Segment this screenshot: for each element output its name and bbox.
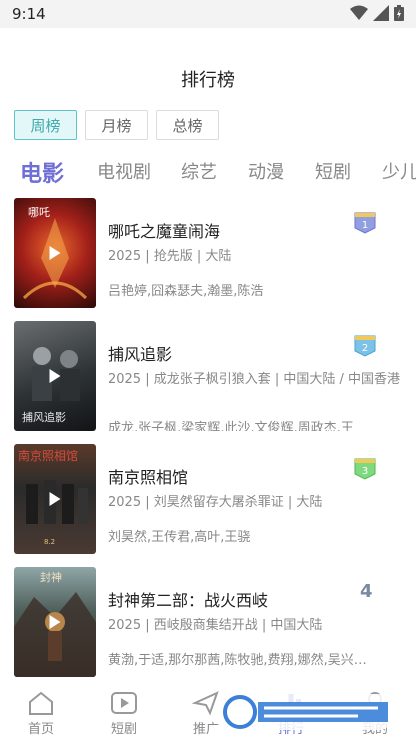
poster-image[interactable]: 南京照相馆 8.2 — [14, 444, 96, 554]
movie-title: 捕风追影 — [108, 345, 173, 364]
status-icons — [350, 5, 404, 21]
rank-badge-2-icon: 2 — [354, 335, 376, 357]
movie-title: 哪吒之魔童闹海 — [108, 222, 221, 241]
list-item[interactable]: 捕风追影 捕风追影 2 2025 | 成龙张子枫引狼入套 | 中国大陆 / 中国… — [0, 321, 416, 433]
status-bar: 9:14 — [0, 0, 416, 28]
tab-overall[interactable]: 总榜 — [156, 110, 219, 140]
play-square-icon — [111, 692, 137, 714]
movie-meta: 2025 | 西岐殷商集结开战 | 中国大陆 — [108, 618, 323, 633]
tab-tv-series[interactable]: 电视剧 — [97, 158, 151, 184]
movie-cast: 吕艳婷,囧森瑟夫,瀚墨,陈浩 — [108, 284, 264, 299]
play-icon — [49, 492, 61, 506]
nav-home[interactable]: 首页 — [11, 690, 71, 737]
tab-kids[interactable]: 少儿 — [382, 158, 416, 184]
nav-label: 短剧 — [110, 722, 137, 737]
list-item[interactable]: 南京照相馆 8.2 南京照相馆 3 2025 | 刘昊然留存大屠杀罪证 | 大陆… — [0, 444, 416, 556]
svg-text:2: 2 — [362, 343, 368, 354]
poster-image[interactable]: 哪吒 — [14, 198, 96, 308]
svg-text:3: 3 — [362, 466, 368, 477]
movie-meta: 2025 | 刘昊然留存大屠杀罪证 | 大陆 — [108, 495, 323, 510]
movie-cast: 成龙,张子枫,梁家辉,此沙,文俊辉,周政杰,王 — [108, 421, 354, 431]
rank-number: 4 — [360, 581, 373, 602]
play-icon — [49, 246, 61, 260]
svg-text:8.2: 8.2 — [44, 538, 55, 546]
status-time: 9:14 — [12, 5, 46, 23]
svg-text:哪吒: 哪吒 — [28, 206, 50, 219]
category-tabs: 电影 电视剧 综艺 动漫 短剧 少儿 — [20, 158, 416, 190]
site-watermark — [218, 694, 396, 730]
battery-icon — [394, 5, 404, 21]
list-item[interactable]: 封神 封神第二部：战火西岐 4 2025 | 西岐殷商集结开战 | 中国大陆 黄… — [0, 567, 416, 679]
tab-short-drama[interactable]: 短剧 — [315, 158, 351, 184]
wifi-icon — [350, 5, 368, 20]
nav-label: 首页 — [27, 722, 54, 737]
tab-movie[interactable]: 电影 — [20, 158, 64, 188]
rank-badge-3-icon: 3 — [354, 458, 376, 480]
tab-weekly[interactable]: 周榜 — [14, 110, 77, 140]
list-item[interactable]: 哪吒 哪吒之魔童闹海 1 2025 | 抢先版 | 大陆 吕艳婷,囧森瑟夫,瀚墨… — [0, 198, 416, 310]
page-title: 排行榜 — [181, 70, 235, 91]
home-icon — [29, 691, 53, 715]
svg-text:南京照相馆: 南京照相馆 — [18, 448, 78, 463]
period-tabs: 周榜 月榜 总榜 — [14, 110, 219, 140]
play-icon — [49, 615, 61, 629]
tab-monthly[interactable]: 月榜 — [85, 110, 148, 140]
svg-text:捕风追影: 捕风追影 — [22, 410, 66, 424]
movie-cast: 刘昊然,王传君,高叶,王骁 — [108, 530, 251, 545]
svg-text:1: 1 — [362, 220, 368, 231]
signal-icon — [373, 5, 389, 21]
nav-short-drama[interactable]: 短剧 — [94, 690, 154, 737]
movie-title: 封神第二部：战火西岐 — [108, 591, 269, 610]
movie-cast: 黄渤,于适,那尔那茜,陈牧驰,费翔,娜然,吴兴… — [108, 653, 367, 668]
poster-image[interactable]: 封神 — [14, 567, 96, 677]
play-icon — [49, 369, 61, 383]
movie-meta: 2025 | 成龙张子枫引狼入套 | 中国大陆 / 中国香港 — [107, 372, 401, 387]
send-icon — [192, 691, 219, 716]
svg-text:封神: 封神 — [40, 570, 62, 584]
rank-badge-1-icon: 1 — [354, 212, 376, 234]
tab-variety[interactable]: 综艺 — [181, 158, 217, 184]
movie-title: 南京照相馆 — [108, 468, 189, 487]
poster-image[interactable]: 捕风追影 — [14, 321, 96, 431]
movie-meta: 2025 | 抢先版 | 大陆 — [108, 249, 232, 264]
tab-anime[interactable]: 动漫 — [248, 158, 284, 184]
